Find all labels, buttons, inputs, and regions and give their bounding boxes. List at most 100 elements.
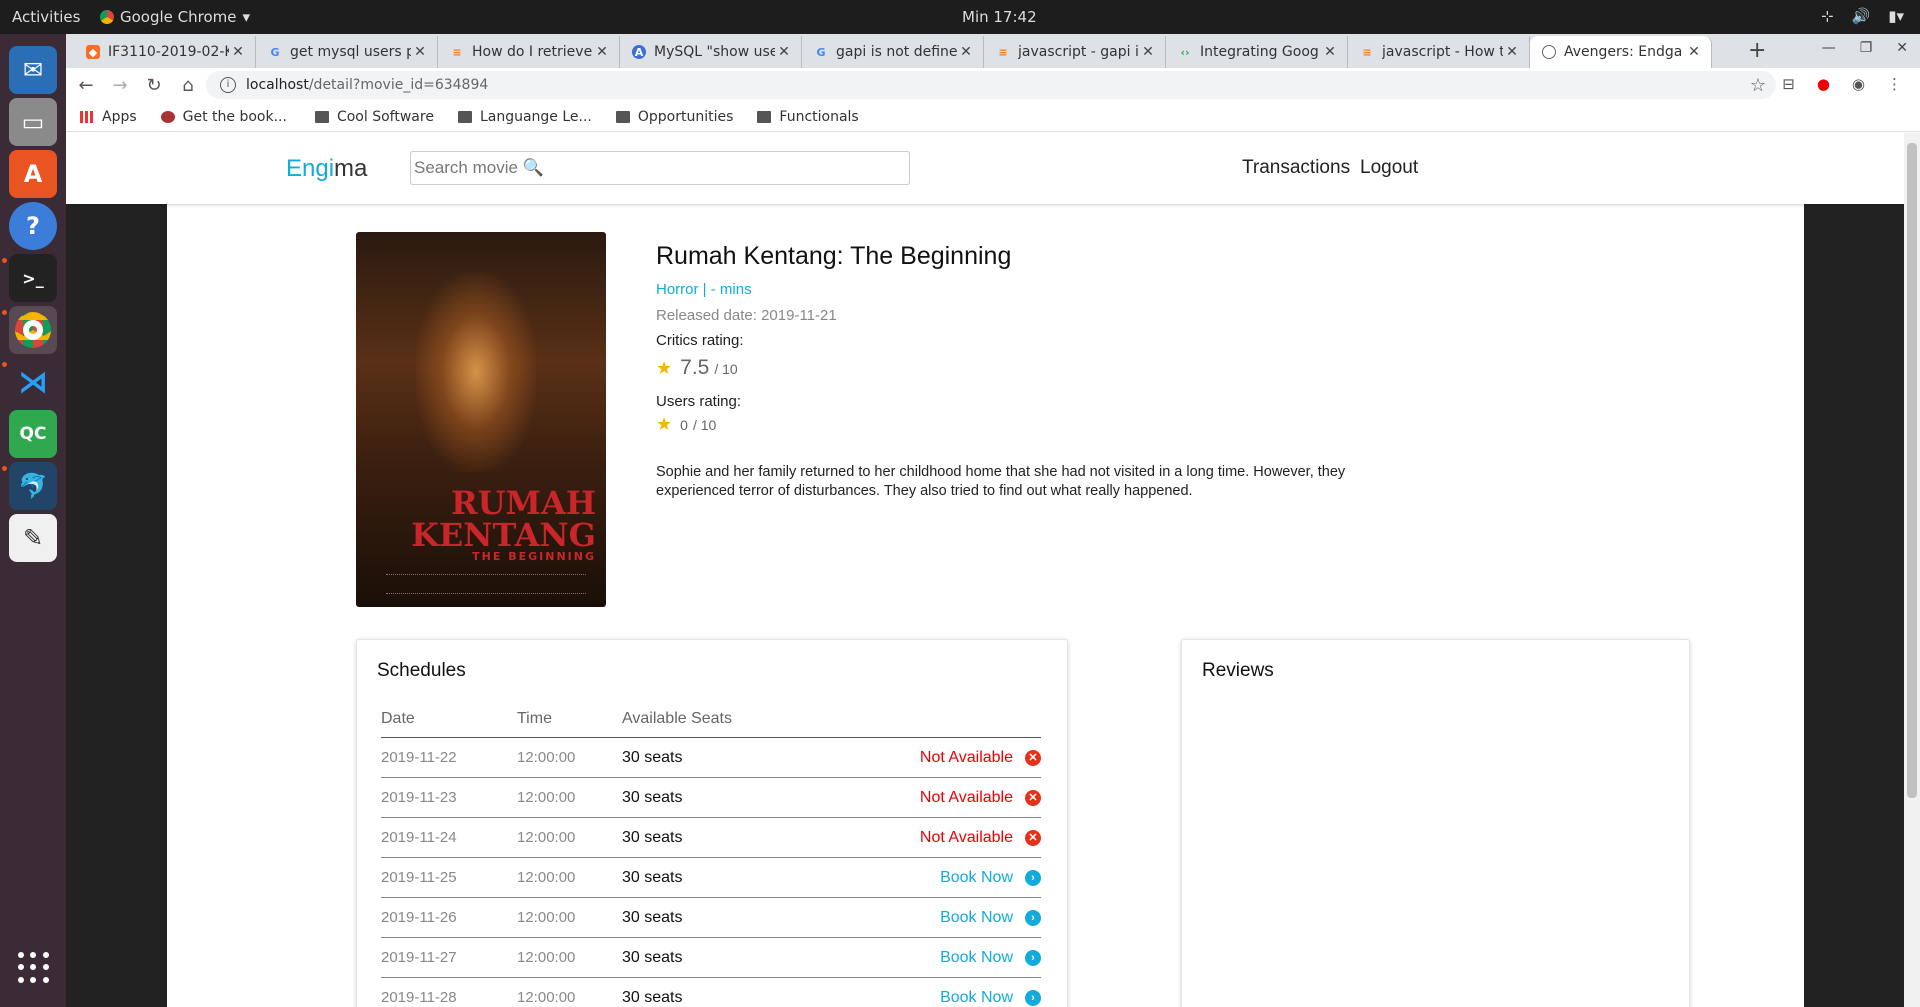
- close-icon[interactable]: ✕: [411, 44, 429, 60]
- close-icon[interactable]: ✕: [775, 44, 793, 60]
- thunderbird-icon[interactable]: ✉: [9, 46, 57, 94]
- running-indicator: [2, 362, 7, 367]
- bookmark-folder-languange[interactable]: Languange Le...: [457, 109, 592, 125]
- chevron-right-circle-icon[interactable]: ›: [1025, 950, 1041, 966]
- address-bar[interactable]: i localhost/detail?movie_id=634894 ☆: [206, 71, 1776, 99]
- clock[interactable]: Min 17:42: [962, 8, 1037, 26]
- book-now-link[interactable]: Book Now: [940, 909, 1013, 927]
- bookmark-folder-functionals[interactable]: Functionals: [757, 109, 859, 125]
- schedule-time: 12:00:00: [517, 749, 576, 766]
- bookmark-folder-cool-software[interactable]: Cool Software: [314, 109, 434, 125]
- schedule-date: 2019-11-27: [381, 949, 457, 966]
- extension-icon[interactable]: ⊟: [1782, 75, 1795, 93]
- opera-extension-icon[interactable]: ●: [1817, 75, 1830, 93]
- schedule-date: 2019-11-28: [381, 989, 457, 1006]
- close-icon[interactable]: ✕: [1321, 44, 1339, 60]
- nav-logout-link[interactable]: Logout: [1360, 157, 1418, 179]
- reload-icon[interactable]: ↻: [140, 75, 168, 96]
- google-icon: G: [816, 45, 826, 59]
- browser-tab[interactable]: G get mysql users p ✕: [256, 36, 438, 68]
- users-score: 0: [680, 417, 688, 433]
- close-icon[interactable]: ✕: [1139, 44, 1157, 60]
- nav-transactions-link[interactable]: Transactions: [1242, 157, 1350, 179]
- not-available-label: Not Available: [919, 829, 1013, 846]
- search-input[interactable]: Search movie 🔍: [410, 151, 910, 185]
- browser-window: ◆ IF3110-2019-02-K0 ✕ G get mysql users …: [66, 34, 1920, 1007]
- logo-part-2: ma: [334, 155, 368, 182]
- reviews-heading: Reviews: [1202, 660, 1274, 681]
- poster-artwork: [416, 272, 536, 472]
- site-logo[interactable]: Engima: [286, 155, 367, 183]
- menu-kebab-icon[interactable]: ⋮: [1887, 75, 1902, 93]
- stackoverflow-icon: ≡: [998, 45, 1008, 59]
- folder-icon: [457, 110, 472, 123]
- bookmark-folder-opportunities[interactable]: Opportunities: [615, 109, 733, 125]
- schedule-row: 2019-11-25 12:00:00 30 seats Book Now ›: [381, 858, 1041, 898]
- vscode-icon[interactable]: ⋊: [9, 358, 57, 406]
- book-now-link[interactable]: Book Now: [940, 869, 1013, 887]
- browser-tab[interactable]: ≡ javascript - How t ✕: [1348, 36, 1530, 68]
- software-center-icon[interactable]: A: [9, 150, 57, 198]
- schedule-row: 2019-11-23 12:00:00 30 seats Not Available ✕: [381, 778, 1041, 818]
- chevron-right-circle-icon[interactable]: ›: [1025, 990, 1041, 1006]
- scrollbar-thumb[interactable]: [1907, 143, 1917, 798]
- home-icon[interactable]: ⌂: [174, 75, 202, 96]
- activities-button[interactable]: Activities: [12, 8, 80, 26]
- mysql-workbench-icon[interactable]: 🐬: [9, 462, 57, 510]
- help-icon[interactable]: ?: [9, 202, 57, 250]
- page-scrollbar[interactable]: [1904, 133, 1920, 1007]
- close-icon[interactable]: ✕: [593, 44, 611, 60]
- critics-rating: ★ 7.5 / 10: [656, 356, 738, 380]
- close-icon[interactable]: ✕: [229, 44, 247, 60]
- schedule-row: 2019-11-27 12:00:00 30 seats Book Now ›: [381, 938, 1041, 978]
- schedule-time: 12:00:00: [517, 829, 576, 846]
- maximize-icon[interactable]: ❐: [1860, 40, 1873, 56]
- chevron-right-circle-icon[interactable]: ›: [1025, 910, 1041, 926]
- qc-icon[interactable]: QC: [9, 410, 57, 458]
- show-applications-icon[interactable]: [18, 952, 50, 984]
- close-icon[interactable]: ✕: [1685, 44, 1703, 60]
- schedule-time: 12:00:00: [517, 949, 576, 966]
- column-time: Time: [517, 710, 552, 727]
- browser-tab[interactable]: ‹› Integrating Goog ✕: [1166, 36, 1348, 68]
- new-tab-button[interactable]: +: [1748, 38, 1766, 63]
- chrome-dock-icon[interactable]: [9, 306, 57, 354]
- bookmark-star-icon[interactable]: ☆: [1750, 75, 1766, 96]
- browser-tab[interactable]: A MySQL "show use ✕: [620, 36, 802, 68]
- column-date: Date: [381, 710, 415, 727]
- minimize-icon[interactable]: —: [1822, 40, 1836, 56]
- profile-icon[interactable]: ◉: [1852, 75, 1865, 93]
- close-window-icon[interactable]: ✕: [1896, 40, 1908, 56]
- browser-tab[interactable]: ≡ How do I retrieve ✕: [438, 36, 620, 68]
- close-icon[interactable]: ✕: [1503, 44, 1521, 60]
- terminal-icon[interactable]: >_: [9, 254, 57, 302]
- forward-icon[interactable]: →: [106, 75, 134, 96]
- back-icon[interactable]: ←: [72, 75, 100, 96]
- gitlab-icon: ◆: [86, 45, 100, 59]
- text-editor-icon[interactable]: ✎: [9, 514, 57, 562]
- browser-tab-active[interactable]: Avengers: Endga ✕: [1530, 36, 1712, 68]
- schedule-row: 2019-11-28 12:00:00 30 seats Book Now ›: [381, 978, 1041, 1007]
- critics-rating-label: Critics rating:: [656, 332, 744, 349]
- tab-title: gapi is not define: [836, 44, 957, 60]
- users-rating: ★ 0 / 10: [656, 414, 716, 435]
- close-icon[interactable]: ✕: [957, 44, 975, 60]
- browser-tab[interactable]: ◆ IF3110-2019-02-K0 ✕: [74, 36, 256, 68]
- files-icon[interactable]: ▭: [9, 98, 57, 146]
- browser-tab[interactable]: ≡ javascript - gapi is ✕: [984, 36, 1166, 68]
- system-top-bar: Activities Google Chrome ▾ Min 17:42 ⊹ 🔊…: [0, 0, 1920, 34]
- users-rating-label: Users rating:: [656, 393, 742, 410]
- schedule-date: 2019-11-22: [381, 749, 457, 766]
- app-menu[interactable]: Google Chrome ▾: [100, 8, 250, 26]
- book-now-link[interactable]: Book Now: [940, 949, 1013, 967]
- book-now-link[interactable]: Book Now: [940, 989, 1013, 1007]
- info-icon[interactable]: i: [220, 77, 236, 93]
- bookmark-apps[interactable]: Apps: [80, 109, 137, 125]
- chevron-right-circle-icon[interactable]: ›: [1025, 870, 1041, 886]
- tab-title: Avengers: Endga: [1564, 44, 1683, 60]
- browser-tab[interactable]: G gapi is not define ✕: [802, 36, 984, 68]
- system-tray[interactable]: ⊹ 🔊 ▮▾: [1821, 7, 1904, 25]
- schedules-heading: Schedules: [377, 660, 466, 681]
- bookmark-get-the-book[interactable]: Get the book...: [160, 109, 287, 125]
- poster-subtitle: THE BEGINNING: [472, 550, 596, 563]
